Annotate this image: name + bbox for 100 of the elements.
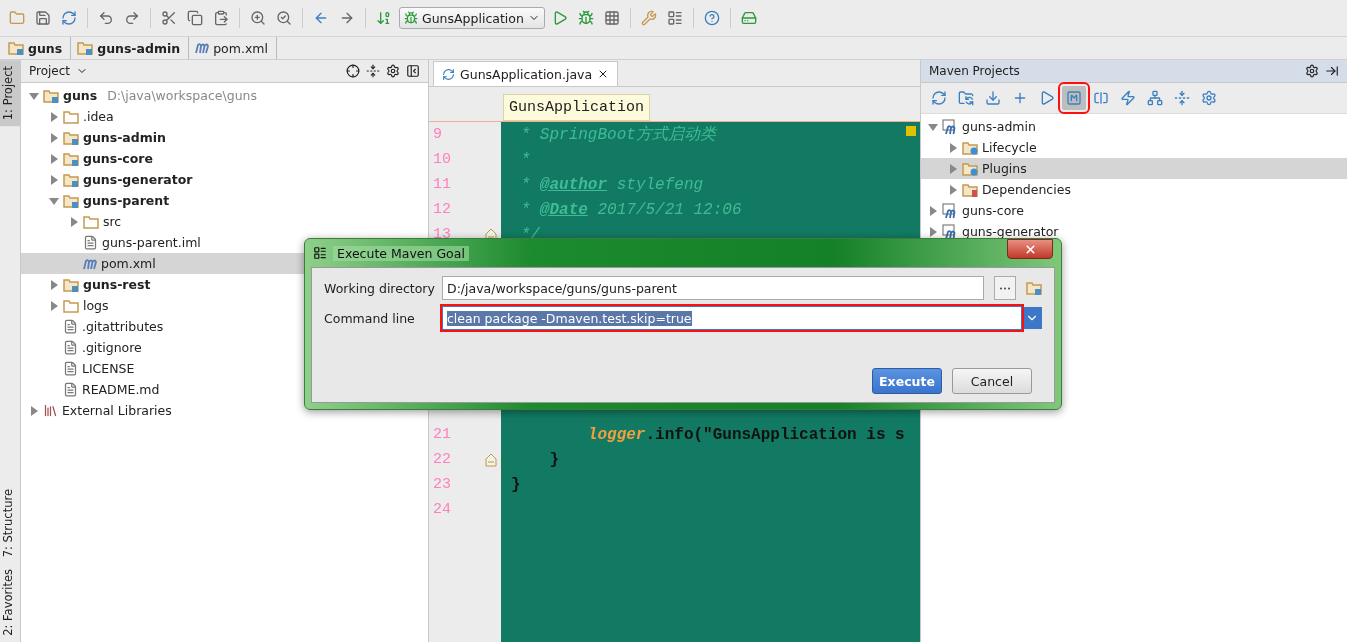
expand-arrow-icon[interactable] xyxy=(48,279,59,290)
tree-item[interactable]: guns-generator xyxy=(920,221,1347,242)
module-folder-icon xyxy=(62,130,79,145)
run-config-dropdown[interactable]: GunsApplication xyxy=(399,7,545,29)
tree-item[interactable]: guns-parent xyxy=(20,190,429,211)
tree-label: .gitattributes xyxy=(81,319,164,334)
tree-label: External Libraries xyxy=(61,403,172,418)
tree-item[interactable]: .gitignore xyxy=(20,337,429,358)
tool-window-tab[interactable]: 1: Project xyxy=(0,60,20,127)
tool-window-tab[interactable]: 2: Favorites xyxy=(0,563,16,642)
code-line: } xyxy=(510,475,521,494)
expand-arrow-icon[interactable] xyxy=(947,163,958,174)
code-line: * @Date 2017/5/21 12:06 xyxy=(519,200,742,219)
tree-label: Lifecycle xyxy=(981,140,1037,155)
expand-arrow-icon[interactable] xyxy=(48,132,59,143)
tool-window-tab[interactable]: 7: Structure xyxy=(0,482,16,564)
code-line: logger.info("GunsApplication is s xyxy=(586,425,905,444)
collapse-icon[interactable] xyxy=(366,64,381,78)
path-hint: D:\java\workspace\guns xyxy=(107,88,257,103)
module-folder-icon xyxy=(62,151,79,166)
tree-item[interactable]: guns-admin xyxy=(20,127,429,148)
folder-icon xyxy=(62,109,79,124)
tree-item[interactable]: External Libraries xyxy=(20,400,429,421)
folder-icon xyxy=(82,214,99,229)
tree-item[interactable]: README.md xyxy=(20,379,429,400)
tree-item[interactable]: guns-core xyxy=(20,148,429,169)
tree-item[interactable]: Lifecycle xyxy=(920,137,1347,158)
breadcrumb[interactable]: pom.xml xyxy=(193,37,277,59)
expand-arrow-icon[interactable] xyxy=(48,195,59,206)
maven-project-icon xyxy=(941,202,958,219)
tree-item[interactable]: guns-generator xyxy=(20,169,429,190)
maven-file-icon xyxy=(82,257,97,270)
hide-icon[interactable] xyxy=(406,64,421,78)
maven-file-icon xyxy=(195,42,210,54)
expand-arrow-icon[interactable] xyxy=(48,153,59,164)
line-number: 11 xyxy=(432,176,453,193)
line-number: 10 xyxy=(432,151,453,168)
maven-project-icon xyxy=(941,223,958,240)
expand-arrow-icon[interactable] xyxy=(927,226,938,237)
tree-label: guns-generator xyxy=(82,172,193,187)
tree-label: guns-core xyxy=(961,203,1024,218)
line-number: 22 xyxy=(432,451,453,468)
code-line: */ xyxy=(519,225,540,244)
tree-item[interactable]: Plugins xyxy=(920,158,1347,179)
module-folder-icon xyxy=(8,41,24,55)
code-line: * SpringBoot方式启动类 xyxy=(519,124,716,145)
fold-icon[interactable] xyxy=(485,452,498,467)
tree-item[interactable]: guns-admin xyxy=(920,116,1347,137)
line-number: 23 xyxy=(432,476,453,493)
line-number: 24 xyxy=(432,501,453,518)
expand-arrow-icon[interactable] xyxy=(28,90,39,101)
tree-item[interactable]: src xyxy=(20,211,429,232)
tree-label: Dependencies xyxy=(981,182,1071,197)
tree-item[interactable]: guns D:\java\workspace\guns xyxy=(20,85,429,106)
tree-label: .idea xyxy=(82,109,114,124)
view-selector[interactable]: Project xyxy=(28,64,70,78)
hide-icon[interactable] xyxy=(1325,64,1339,78)
browse-button[interactable] xyxy=(994,276,1016,300)
directory-field[interactable]: D:/java/workspace/guns/guns-parent xyxy=(442,276,984,300)
tree-label: guns-parent.iml xyxy=(101,235,201,250)
folder-icon xyxy=(62,298,79,313)
expand-arrow-icon[interactable] xyxy=(48,174,59,185)
gear-folder-icon xyxy=(961,161,978,176)
gear-folder-icon xyxy=(961,140,978,155)
expand-arrow-icon[interactable] xyxy=(28,405,39,416)
settings-icon[interactable] xyxy=(1305,64,1319,78)
tree-item[interactable]: .idea xyxy=(20,106,429,127)
breadcrumb[interactable]: guns xyxy=(6,37,72,59)
tree-label: Plugins xyxy=(981,161,1027,176)
command-field[interactable]: clean package -Dmaven.test.skip=true xyxy=(442,306,1022,330)
tree-label: guns-admin xyxy=(961,119,1036,134)
breadcrumb[interactable]: guns-admin xyxy=(75,37,190,59)
execute-button[interactable]: Execute xyxy=(872,368,942,394)
expand-arrow-icon[interactable] xyxy=(48,300,59,311)
expand-arrow-icon[interactable] xyxy=(927,121,938,132)
tree-label: guns-core xyxy=(82,151,153,166)
text-file-icon xyxy=(62,340,78,355)
expand-arrow-icon[interactable] xyxy=(48,111,59,122)
tree-item[interactable]: Dependencies xyxy=(920,179,1347,200)
cancel-button[interactable]: Cancel xyxy=(952,368,1032,394)
class-breadcrumb[interactable]: GunsApplication xyxy=(503,94,651,121)
warning-marker xyxy=(905,126,916,136)
close-button[interactable] xyxy=(1007,239,1053,259)
tree-label: README.md xyxy=(81,382,160,397)
code-line: } xyxy=(548,450,560,469)
tree-item[interactable]: LICENSE xyxy=(20,358,429,379)
dropdown-button[interactable] xyxy=(1022,307,1042,329)
tree-item[interactable]: guns-core xyxy=(920,200,1347,221)
expand-arrow-icon[interactable] xyxy=(927,205,938,216)
editor-tab[interactable]: GunsApplication.java xyxy=(433,61,619,86)
tree-label: pom.xml xyxy=(100,256,156,271)
expand-arrow-icon[interactable] xyxy=(68,216,79,227)
module-file-icon xyxy=(82,235,98,250)
tree-label: src xyxy=(102,214,122,229)
expand-arrow-icon[interactable] xyxy=(947,184,958,195)
tree-label: .gitignore xyxy=(81,340,142,355)
locate-icon[interactable] xyxy=(346,64,361,78)
line-number: 9 xyxy=(432,126,444,143)
expand-arrow-icon[interactable] xyxy=(947,142,958,153)
settings-icon[interactable] xyxy=(386,64,401,78)
